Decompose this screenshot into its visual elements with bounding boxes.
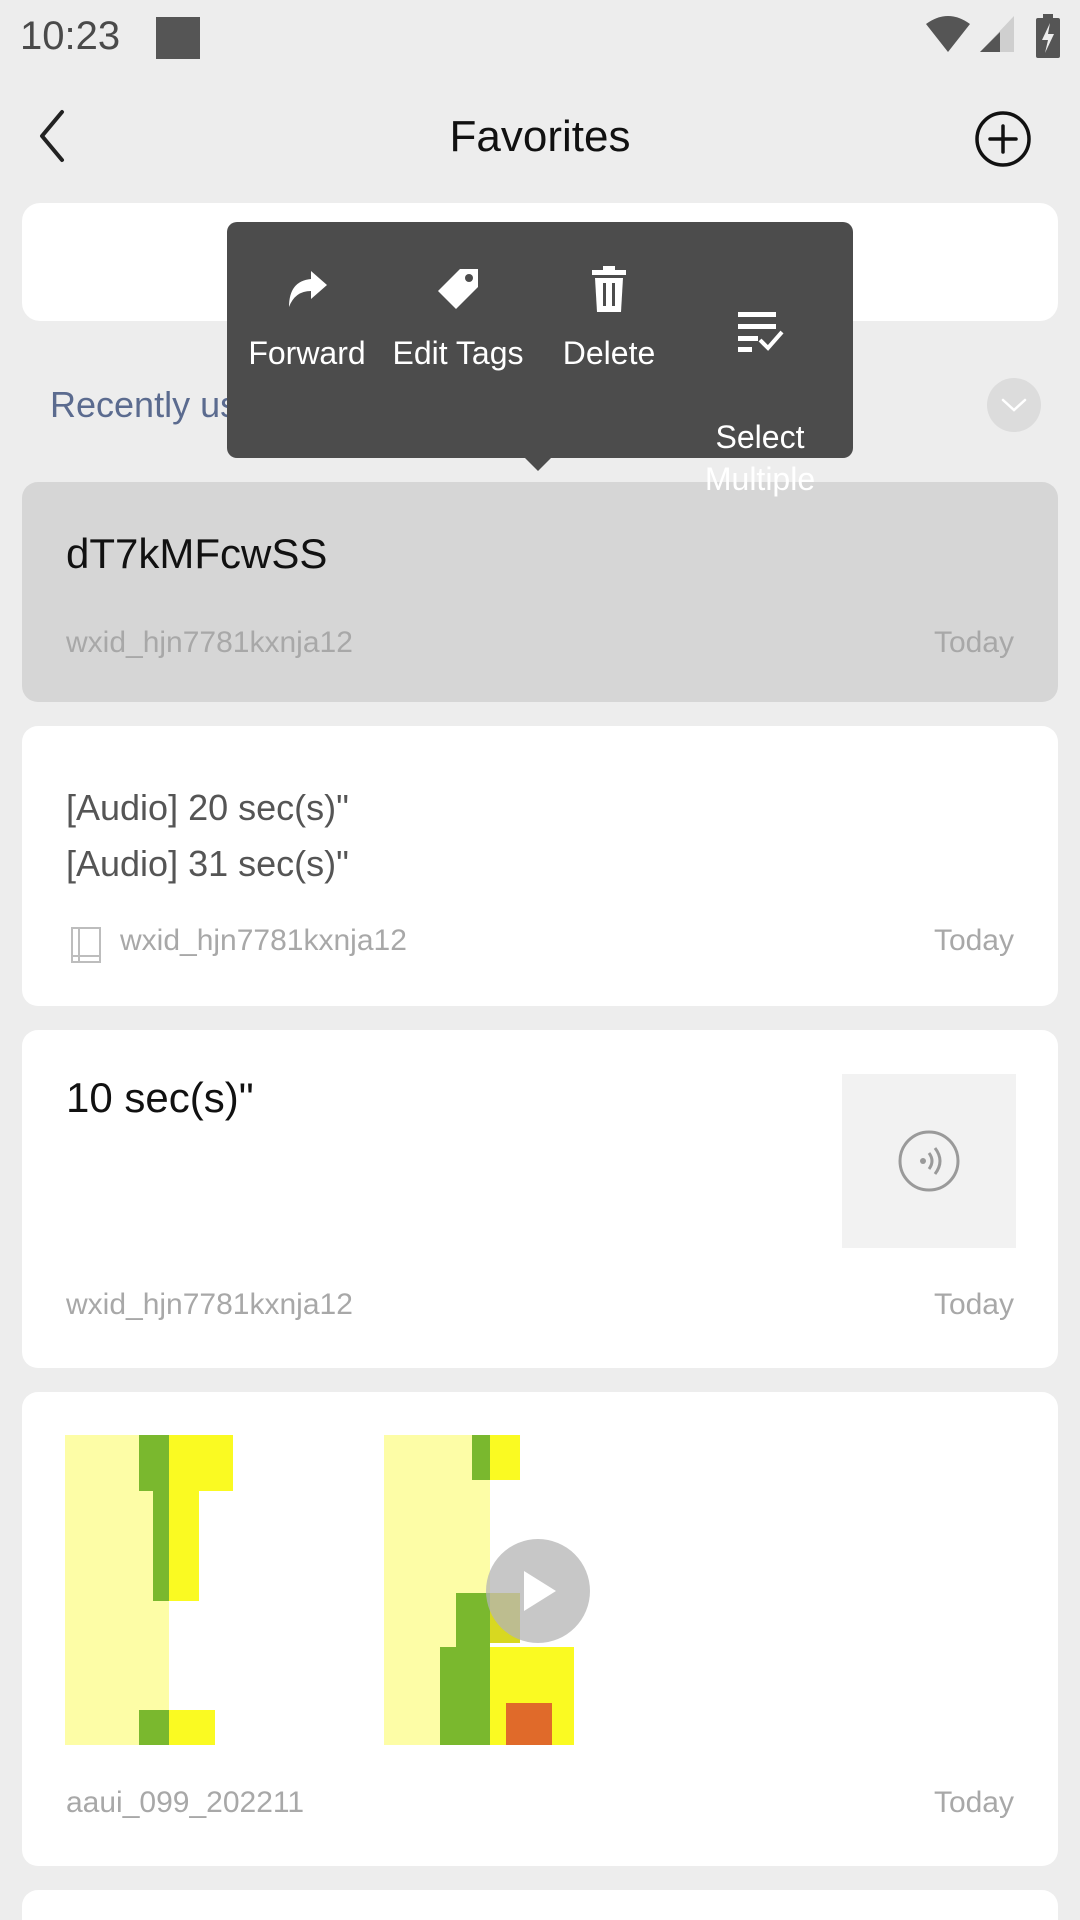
item-source: aaui_099_202211: [66, 1786, 305, 1819]
wifi-icon: [926, 16, 970, 52]
item-date: Today: [933, 1786, 1014, 1819]
cell-signal-icon: [980, 16, 1014, 52]
voice-thumbnail[interactable]: [842, 1074, 1016, 1248]
delete-button[interactable]: Delete: [534, 264, 684, 374]
select-multiple-icon: [738, 312, 784, 352]
context-menu: Forward Edit Tags Delete Select Multiple: [227, 222, 853, 497]
favorite-item[interactable]: [22, 1890, 1058, 1920]
trash-icon: [592, 266, 626, 312]
add-button[interactable]: [974, 110, 1032, 168]
favorite-item[interactable]: aaui_099_202211 Today: [22, 1392, 1058, 1866]
forward-label: Forward: [248, 335, 366, 371]
item-source: wxid_hjn7781kxnja12: [66, 1288, 353, 1321]
status-time: 10:23: [20, 14, 121, 58]
play-button[interactable]: [486, 1539, 590, 1643]
item-title: 10 sec(s)": [66, 1074, 254, 1121]
audio-list: [Audio] 20 sec(s)" [Audio] 31 sec(s)": [66, 780, 349, 892]
audio-line: [Audio] 20 sec(s)": [66, 787, 349, 828]
forward-icon: [289, 271, 327, 307]
favorite-item[interactable]: 10 sec(s)" wxid_hjn7781kxnja12 Today: [22, 1030, 1058, 1368]
item-source: wxid_hjn7781kxnja12: [66, 626, 353, 659]
tag-icon: [438, 269, 478, 309]
delete-label: Delete: [562, 335, 656, 371]
favorite-item[interactable]: [Audio] 20 sec(s)" [Audio] 31 sec(s)" wx…: [22, 726, 1058, 1006]
favorite-item[interactable]: dT7kMFcwSS wxid_hjn7781kxnja12 Today: [22, 482, 1058, 702]
play-icon: [524, 1571, 556, 1611]
select-multiple-button[interactable]: Select Multiple: [685, 264, 835, 542]
select-multiple-label: Select Multiple: [704, 419, 816, 497]
item-title: dT7kMFcwSS: [66, 530, 328, 577]
forward-button[interactable]: Forward: [232, 264, 382, 374]
audio-line: [Audio] 31 sec(s)": [66, 843, 349, 884]
expand-button[interactable]: [987, 378, 1041, 432]
edit-tags-label: Edit Tags: [392, 335, 524, 371]
edit-tags-button[interactable]: Edit Tags: [383, 264, 533, 374]
item-date: Today: [933, 924, 1014, 957]
voice-icon: [898, 1130, 960, 1192]
notification-icon: [156, 17, 200, 59]
chevron-down-icon: [1001, 398, 1027, 412]
item-source: wxid_hjn7781kxnja12: [120, 924, 407, 957]
context-menu-pointer: [524, 457, 552, 471]
item-date: Today: [933, 1288, 1014, 1321]
image-thumbnail[interactable]: [65, 1435, 233, 1745]
battery-charging-icon: [1036, 14, 1060, 58]
status-bar: 10:23: [0, 0, 1080, 76]
item-date: Today: [933, 626, 1014, 659]
note-icon: [71, 927, 101, 963]
page-title: Favorites: [449, 112, 631, 161]
header: Favorites: [0, 76, 1080, 201]
recently-used-label[interactable]: Recently us: [50, 384, 238, 426]
